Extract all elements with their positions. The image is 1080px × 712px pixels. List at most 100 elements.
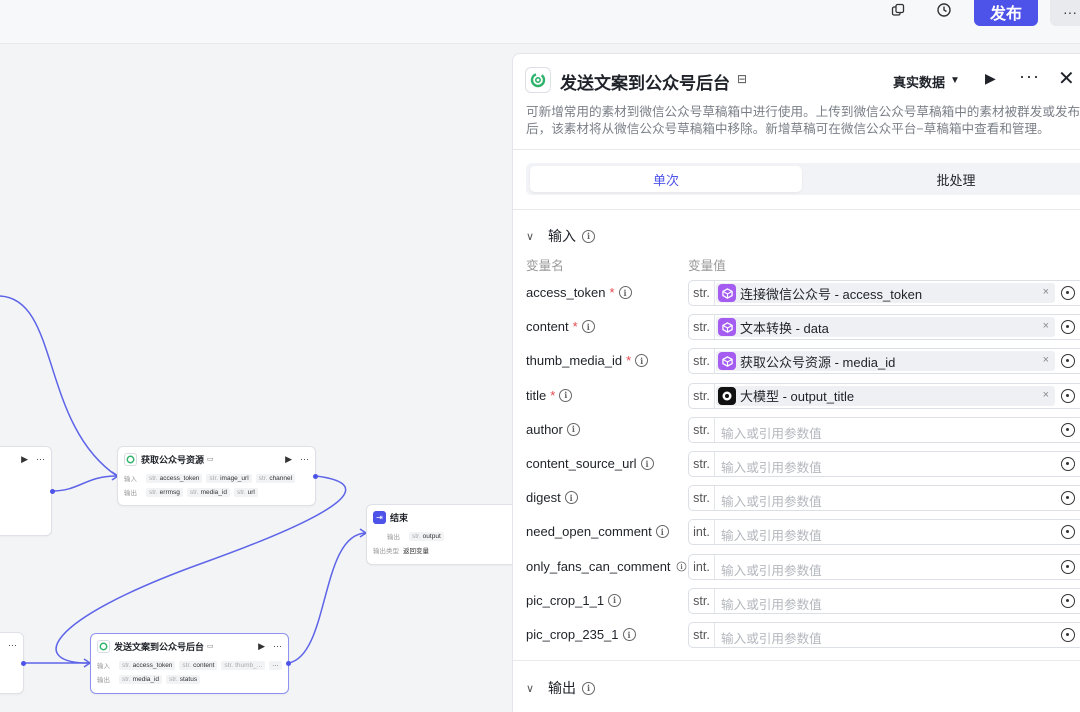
chevron-down-icon[interactable]: ∨ [526,682,542,695]
wechat-logo-icon [525,67,551,93]
run-icon[interactable]: ▶ [258,641,265,652]
reference-chip[interactable]: 大模型 - output_title × [716,385,1055,406]
type-badge: str. [689,383,715,408]
more-params-chip[interactable]: ··· [269,660,282,670]
reference-target-icon[interactable] [1061,593,1075,608]
clear-icon[interactable]: × [1043,389,1049,401]
workflow-canvas[interactable]: ▶ ··· ··· 获取公众号资源 ▭ ▶ ··· 输入 str. access_to… [0,44,512,712]
output-port[interactable] [313,474,318,479]
edit-icon[interactable]: ⊟ [737,72,747,86]
reference-target-icon[interactable] [1061,491,1075,506]
divider [513,209,1080,210]
reference-target-icon[interactable] [1061,525,1075,540]
chevron-down-icon[interactable]: ∨ [526,230,542,243]
publish-button[interactable]: 发布 [974,0,1038,26]
param-name: content * i [526,319,595,334]
value-input[interactable]: int. 输入或引用参数值 [688,553,1080,580]
column-header-value: 变量值 [688,259,726,273]
node-end[interactable]: ⇥ 结束 输出 str. output 输出类型 返回变量 [366,504,512,565]
type-badge: str. [689,452,715,476]
reference-target-icon[interactable] [1061,286,1075,300]
info-icon[interactable]: i [566,422,580,436]
edit-icon[interactable]: ▭ [207,642,214,650]
caret-down-icon[interactable]: ▼ [950,75,960,86]
reference-chip[interactable]: 获取公众号资源 - media_id × [716,351,1055,372]
data-mode-select[interactable]: 真实数据 [893,72,945,91]
edit-icon[interactable]: ▭ [207,455,214,463]
tab-single[interactable]: 单次 [530,166,802,192]
reference-target-icon[interactable] [1061,457,1075,471]
edges-layer [0,295,368,668]
wechat-logo-icon [97,639,110,653]
node-get-resource[interactable]: 获取公众号资源 ▭ ▶ ··· 输入 str. access_token str. i… [117,446,316,506]
partial-node-upper[interactable]: ▶ ··· [0,446,52,536]
value-input-placeholder[interactable]: 输入或引用参数值 [721,560,822,579]
info-icon[interactable]: i [640,457,654,470]
info-icon[interactable]: i [622,628,636,641]
reference-target-icon[interactable] [1061,354,1075,369]
value-input[interactable]: str. 输入或引用参数值 [688,485,1080,512]
value-input-placeholder[interactable]: 输入或引用参数值 [721,491,822,510]
output-port[interactable] [286,661,291,666]
run-icon[interactable]: ▶ [285,454,292,465]
value-input-placeholder[interactable]: 输入或引用参数值 [721,628,822,647]
info-icon[interactable]: i [582,681,595,695]
param-chip: str. access_token [146,473,203,483]
value-input[interactable]: str. 文本转换 - data × [688,314,1080,341]
info-icon[interactable]: i [559,388,573,402]
info-icon[interactable]: i [618,286,632,299]
value-input[interactable]: str. 输入或引用参数值 [688,587,1080,614]
value-input-placeholder[interactable]: 输入或引用参数值 [721,423,822,442]
value-input[interactable]: str. 输入或引用参数值 [688,416,1080,443]
param-row: digest i str. 输入或引用参数值 [513,485,1080,512]
value-input[interactable]: str. 输入或引用参数值 [688,622,1080,648]
reference-target-icon[interactable] [1061,628,1075,642]
value-input[interactable]: str. 大模型 - output_title × [688,382,1080,409]
reference-chip[interactable]: 文本转换 - data × [716,317,1055,338]
copy-icon[interactable] [884,0,912,20]
clear-icon[interactable]: × [1043,286,1049,298]
info-icon[interactable]: i [581,320,595,334]
clear-icon[interactable]: × [1043,354,1049,366]
more-icon[interactable]: ··· [8,640,17,650]
required-mark: * [609,285,615,300]
value-input[interactable]: str. 输入或引用参数值 [688,451,1080,477]
info-icon[interactable]: i [582,229,595,243]
more-icon[interactable]: ··· [1019,66,1040,87]
info-icon[interactable]: i [608,593,622,607]
info-icon[interactable]: i [676,561,686,571]
tab-batch[interactable]: 批处理 [818,166,1080,192]
output-port[interactable] [50,489,55,494]
reference-target-icon[interactable] [1061,422,1075,437]
type-badge: str. [689,349,715,374]
more-icon[interactable]: ··· [36,454,45,465]
node-send-article[interactable]: 发送文案到公众号后台 ▭ ▶ ··· 输入 str. access_token st… [90,633,289,694]
run-icon[interactable]: ▶ [21,454,28,465]
plugin-cube-icon [718,318,736,337]
reference-target-icon[interactable] [1061,559,1075,574]
reference-chip[interactable]: 连接微信公众号 - access_token × [716,283,1055,303]
info-icon[interactable]: i [564,491,578,505]
info-icon[interactable]: i [655,525,669,539]
param-name: title * i [526,388,573,403]
more-icon[interactable]: ··· [300,454,309,465]
more-icon[interactable]: ··· [273,641,282,652]
info-icon[interactable]: i [635,354,649,368]
reference-target-icon[interactable] [1061,388,1075,403]
value-input[interactable]: str. 获取公众号资源 - media_id × [688,348,1080,375]
param-row: author i str. 输入或引用参数值 [513,416,1080,443]
value-input-placeholder[interactable]: 输入或引用参数值 [721,525,822,544]
value-input-placeholder[interactable]: 输入或引用参数值 [721,594,822,613]
close-icon[interactable]: ✕ [1058,66,1075,91]
input-section-header[interactable]: ∨ 输入 i [526,226,595,246]
clear-icon[interactable]: × [1043,320,1049,332]
output-port[interactable] [21,661,26,666]
output-section-header[interactable]: ∨ 输出 i [526,678,595,698]
history-icon[interactable] [930,0,958,20]
reference-target-icon[interactable] [1061,320,1075,335]
more-options-button[interactable]: ··· [1050,0,1080,26]
value-input[interactable]: int. 输入或引用参数值 [688,519,1080,546]
value-input-placeholder[interactable]: 输入或引用参数值 [721,457,822,476]
value-input[interactable]: str. 连接微信公众号 - access_token × [688,280,1080,306]
run-icon[interactable]: ▶ [985,70,996,87]
